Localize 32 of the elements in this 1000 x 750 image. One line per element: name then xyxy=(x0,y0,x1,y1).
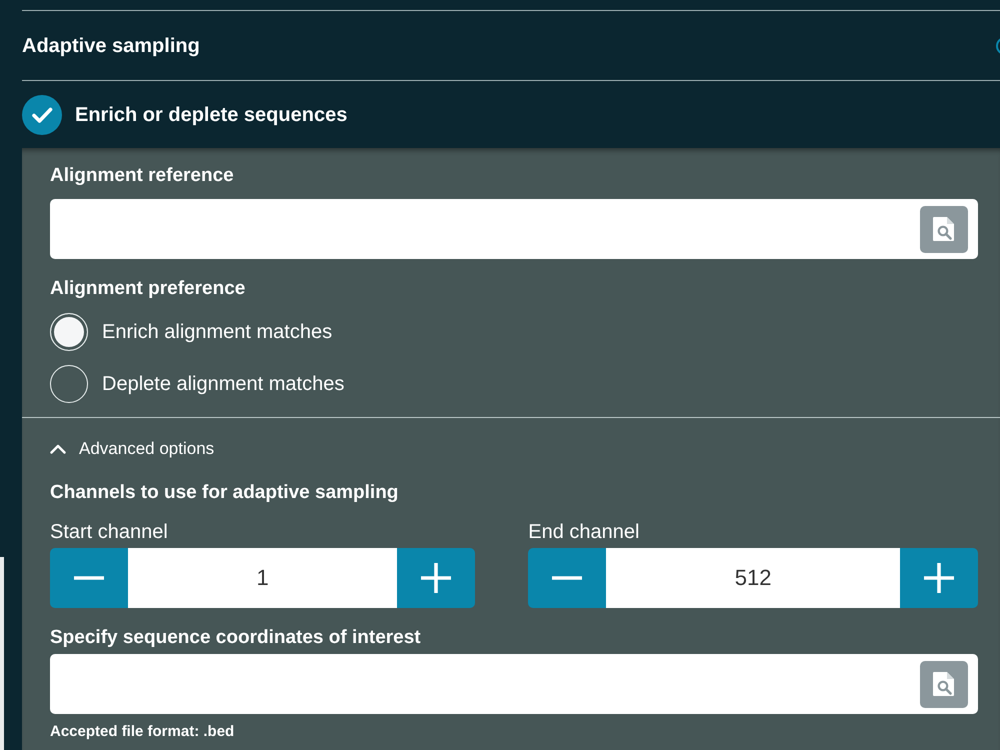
radio-label[interactable]: Deplete alignment matches xyxy=(102,372,344,396)
minus-icon xyxy=(552,576,582,580)
field-label: Start channel xyxy=(50,520,169,544)
radio-label[interactable]: Enrich alignment matches xyxy=(102,320,332,344)
plus-icon xyxy=(924,563,954,593)
option-label[interactable]: Enrich or deplete sequences xyxy=(75,102,348,126)
field-label: Specify sequence coordinates of interest xyxy=(50,626,422,650)
advanced-options-toggle[interactable]: Advanced options xyxy=(50,437,214,461)
minus-icon xyxy=(74,576,104,580)
field-label: Channels to use for adaptive sampling xyxy=(50,481,400,505)
number-field[interactable]: 1 xyxy=(128,548,398,608)
radio-button[interactable] xyxy=(50,365,88,403)
checkbox[interactable] xyxy=(22,94,62,134)
chevron-up-icon xyxy=(50,444,66,454)
radio-button[interactable] xyxy=(50,313,88,351)
file-search-icon xyxy=(932,216,956,242)
input-field[interactable] xyxy=(50,199,978,259)
increment-button[interactable] xyxy=(397,548,476,608)
file-search-icon xyxy=(932,671,956,697)
browse-button[interactable] xyxy=(920,206,968,252)
number-field[interactable]: 512 xyxy=(606,548,900,608)
field-label: End channel xyxy=(528,520,640,544)
section-title: Adaptive sampling xyxy=(22,34,200,58)
input-field[interactable] xyxy=(50,654,978,714)
increment-button[interactable] xyxy=(900,548,978,608)
browse-button[interactable] xyxy=(920,660,968,708)
decrement-button[interactable] xyxy=(528,548,606,608)
plus-icon xyxy=(421,563,452,593)
field-label: Alignment preference xyxy=(50,277,246,301)
decrement-button[interactable] xyxy=(50,548,128,608)
field-label: Alignment reference xyxy=(50,164,235,188)
hint-text: Accepted file format: .bed xyxy=(50,723,236,741)
